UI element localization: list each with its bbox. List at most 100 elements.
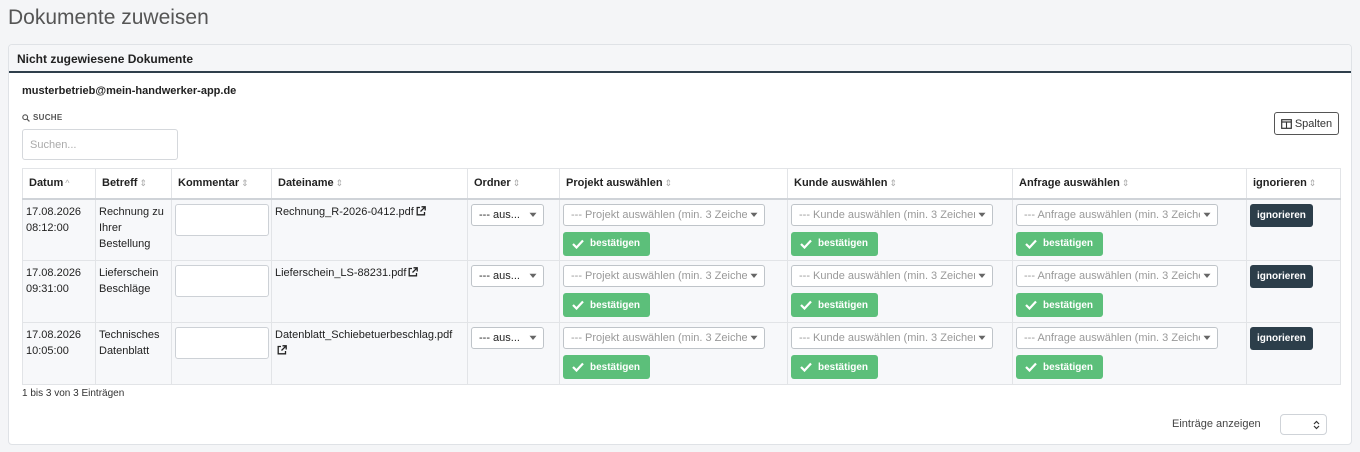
columns-button-label: Spalten	[1294, 117, 1333, 130]
folder-select[interactable]: --- aus...	[471, 203, 544, 226]
inquiry-select-placeholder: --- Anfrage auswählen (min. 3 Zeichen)	[1024, 270, 1200, 282]
column-header-datum[interactable]: Datum ^	[22, 168, 96, 200]
column-header-betreff[interactable]: Betreff ⇕	[95, 168, 172, 200]
cell-ordner: --- aus...	[467, 322, 560, 385]
project-select-placeholder: --- Projekt auswählen (min. 3 Zeichen)	[571, 270, 747, 282]
confirm-button-label: bestätigen	[1043, 299, 1094, 311]
confirm-button-label: bestätigen	[590, 299, 641, 311]
row-filename-link[interactable]: Lieferschein_LS-88231.pdf	[275, 267, 406, 279]
confirm-project-button[interactable]: bestätigen	[563, 293, 651, 317]
chevron-down-icon	[978, 335, 986, 340]
column-header-projekt[interactable]: Projekt auswählen ⇕	[559, 168, 788, 200]
cell-ignorieren: ignorieren	[1246, 198, 1341, 261]
check-icon	[1025, 239, 1037, 249]
confirm-customer-button[interactable]: bestätigen	[791, 355, 879, 379]
cell-dateiname: Datenblatt_Schiebetuerbeschlag.pdf	[271, 322, 468, 385]
project-select[interactable]: --- Projekt auswählen (min. 3 Zeichen)	[563, 327, 765, 349]
confirm-button-label: bestätigen	[1043, 361, 1094, 373]
ignore-button[interactable]: ignorieren	[1250, 203, 1313, 227]
row-filename-link[interactable]: Rechnung_R-2026-0412.pdf	[275, 206, 414, 218]
customer-select[interactable]: --- Kunde auswählen (min. 3 Zeichen)	[791, 203, 993, 226]
cell-kunde: --- Kunde auswählen (min. 3 Zeichen) best…	[787, 260, 1013, 323]
confirm-customer-button[interactable]: bestätigen	[791, 231, 879, 256]
project-select[interactable]: --- Projekt auswählen (min. 3 Zeichen)	[563, 265, 765, 287]
external-link-icon[interactable]	[416, 205, 426, 216]
external-link-icon[interactable]	[408, 267, 419, 277]
account-email: musterbetrieb@mein-handwerker-app.de	[22, 85, 237, 97]
row-date: 17.08.2026	[26, 205, 82, 218]
comment-input[interactable]	[175, 203, 269, 236]
chevron-down-icon	[1203, 212, 1211, 217]
cell-ordner: --- aus...	[467, 198, 560, 261]
check-icon	[1025, 362, 1037, 372]
customer-select[interactable]: --- Kunde auswählen (min. 3 Zeichen)	[791, 327, 993, 349]
column-header-kunde[interactable]: Kunde auswählen ⇕	[787, 168, 1013, 200]
comment-input[interactable]	[175, 265, 269, 297]
customer-select-placeholder: --- Kunde auswählen (min. 3 Zeichen)	[799, 332, 975, 344]
project-select[interactable]: --- Projekt auswählen (min. 3 Zeichen)	[563, 203, 765, 226]
table-header-row: Datum ^ Betreff ⇕ Kommentar ⇕ Dateiname ⇕ Or…	[22, 168, 1341, 200]
confirm-inquiry-button[interactable]: bestätigen	[1016, 355, 1104, 379]
cell-projekt: --- Projekt auswählen (min. 3 Zeichen) be…	[559, 198, 788, 261]
confirm-project-button[interactable]: bestätigen	[563, 355, 651, 379]
cell-anfrage: --- Anfrage auswählen (min. 3 Zeichen) be…	[1012, 260, 1247, 323]
folder-select[interactable]: --- aus...	[471, 327, 544, 349]
row-filename-link[interactable]: Datenblatt_Schiebetuerbeschlag.pdf	[275, 329, 452, 341]
cell-kunde: --- Kunde auswählen (min. 3 Zeichen) best…	[787, 322, 1013, 385]
column-header-ignorieren[interactable]: ignorieren ⇕	[1246, 168, 1341, 200]
chevron-down-icon	[529, 273, 537, 278]
row-subject: Rechnung zu Ihrer Bestellung	[99, 205, 164, 250]
cell-kommentar	[171, 322, 272, 385]
columns-icon	[1280, 118, 1292, 129]
cell-ignorieren: ignorieren	[1246, 260, 1341, 323]
confirm-button-label: bestätigen	[818, 238, 869, 249]
cell-datum: 17.08.2026 10:05:00	[22, 322, 96, 385]
inquiry-select[interactable]: --- Anfrage auswählen (min. 3 Zeichen)	[1016, 203, 1218, 226]
inquiry-select[interactable]: --- Anfrage auswählen (min. 3 Zeichen)	[1016, 327, 1218, 349]
confirm-inquiry-button[interactable]: bestätigen	[1016, 231, 1104, 256]
chevron-down-icon	[1203, 335, 1211, 340]
ignore-button[interactable]: ignorieren	[1250, 327, 1313, 350]
ignore-button-label: ignorieren	[1257, 333, 1306, 344]
chevron-down-icon	[750, 273, 758, 278]
customer-select[interactable]: --- Kunde auswählen (min. 3 Zeichen)	[791, 265, 993, 287]
customer-select-placeholder: --- Kunde auswählen (min. 3 Zeichen)	[799, 208, 975, 221]
check-icon	[572, 239, 584, 249]
chevron-down-icon	[750, 335, 758, 340]
cell-dateiname: Rechnung_R-2026-0412.pdf	[271, 198, 468, 261]
comment-input[interactable]	[175, 327, 269, 359]
folder-select-value: --- aus...	[479, 332, 520, 344]
ignore-button[interactable]: ignorieren	[1250, 265, 1313, 288]
search-input[interactable]	[22, 129, 178, 160]
confirm-button-label: bestätigen	[818, 361, 869, 373]
column-header-dateiname[interactable]: Dateiname ⇕	[271, 168, 468, 200]
confirm-customer-button[interactable]: bestätigen	[791, 293, 879, 317]
external-link-icon[interactable]	[277, 345, 287, 355]
chevron-down-icon	[978, 212, 986, 217]
check-icon	[1025, 300, 1037, 310]
inquiry-select[interactable]: --- Anfrage auswählen (min. 3 Zeichen)	[1016, 265, 1218, 287]
table-row: 17.08.2026 09:31:00 Lieferschein Beschläge…	[22, 260, 1341, 323]
cell-kunde: --- Kunde auswählen (min. 3 Zeichen) best…	[787, 198, 1013, 261]
chevron-down-icon	[529, 335, 537, 340]
confirm-button-label: bestätigen	[590, 361, 641, 373]
column-header-anfrage[interactable]: Anfrage auswählen ⇕	[1012, 168, 1247, 200]
row-time: 10:05:00	[26, 345, 69, 357]
cell-ignorieren: ignorieren	[1246, 322, 1341, 385]
documents-table: Datum ^ Betreff ⇕ Kommentar ⇕ Dateiname ⇕ Or…	[22, 168, 1341, 385]
row-date: 17.08.2026	[26, 267, 82, 279]
customer-select-placeholder: --- Kunde auswählen (min. 3 Zeichen)	[799, 270, 975, 282]
columns-button[interactable]: Spalten	[1274, 112, 1339, 135]
table-row: 17.08.2026 08:12:00 Rechnung zu Ihrer Best…	[22, 198, 1341, 261]
confirm-project-button[interactable]: bestätigen	[563, 231, 651, 256]
column-header-ordner[interactable]: Ordner ⇕	[467, 168, 560, 200]
confirm-inquiry-button[interactable]: bestätigen	[1016, 293, 1104, 317]
inquiry-select-placeholder: --- Anfrage auswählen (min. 3 Zeichen)	[1024, 332, 1200, 344]
project-select-placeholder: --- Projekt auswählen (min. 3 Zeichen)	[571, 332, 747, 344]
page-length-select[interactable]	[1280, 414, 1327, 435]
confirm-button-label: bestätigen	[1043, 238, 1094, 249]
folder-select[interactable]: --- aus...	[471, 265, 544, 287]
search-label: SUCHE	[22, 113, 63, 122]
cell-betreff: Lieferschein Beschläge	[95, 260, 172, 323]
column-header-kommentar[interactable]: Kommentar ⇕	[171, 168, 272, 200]
